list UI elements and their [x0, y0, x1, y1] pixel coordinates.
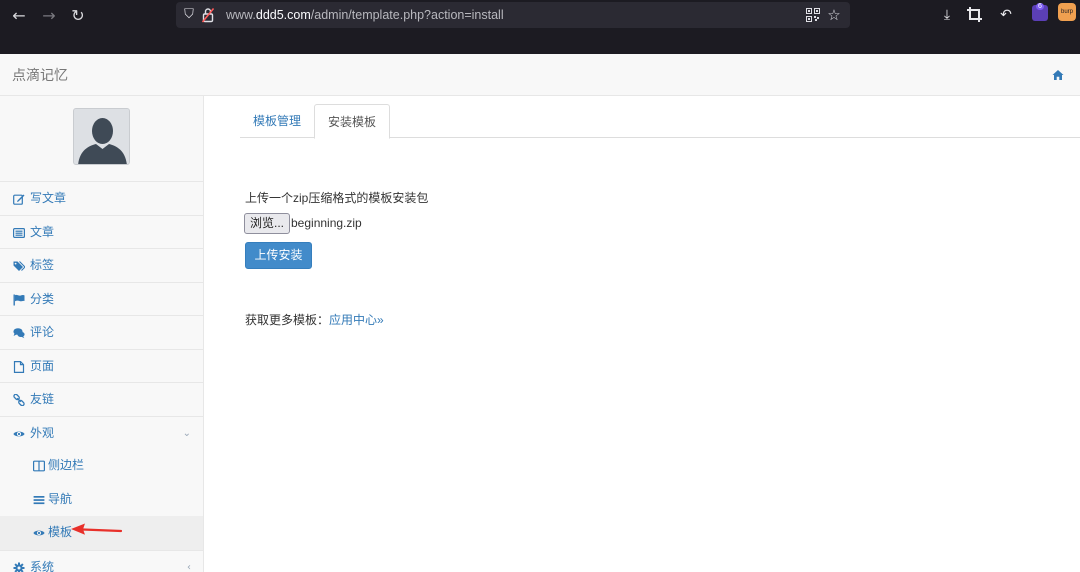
- chevron-left-icon[interactable]: ‹: [187, 551, 191, 572]
- sidebar-item-label: 外观: [30, 425, 55, 440]
- extension-badge-icon[interactable]: 6: [1032, 3, 1048, 21]
- qr-code-icon[interactable]: [806, 8, 820, 22]
- sidebar-item-pages[interactable]: 页面: [0, 348, 203, 383]
- url-text[interactable]: www.ddd5.com/admin/template.php?action=i…: [226, 2, 504, 28]
- sidebar: 写文章 文章 标签 分类 评论 页面 友链 外观 ⌄ 侧边栏 导航 模板 系统 …: [0, 96, 204, 572]
- sidebar-item-label: 侧边栏: [48, 458, 85, 472]
- tab-template-management[interactable]: 模板管理: [240, 104, 314, 138]
- file-icon: [13, 360, 25, 373]
- tags-icon: [13, 261, 25, 271]
- sidebar-item-label: 文章: [30, 224, 55, 239]
- chevron-down-icon[interactable]: ⌄: [183, 417, 191, 450]
- list-icon: [13, 227, 25, 238]
- sidebar-item-articles[interactable]: 文章: [0, 214, 203, 249]
- sidebar-item-links[interactable]: 友链: [0, 382, 203, 416]
- reload-icon[interactable]: ↻: [67, 5, 89, 27]
- sidebar-item-comments[interactable]: 评论: [0, 315, 203, 349]
- sidebar-subitem-navigation[interactable]: 导航: [0, 483, 203, 517]
- columns-icon: [33, 460, 45, 472]
- sidebar-item-tags[interactable]: 标签: [0, 248, 203, 282]
- app-header: 点滴记忆: [0, 54, 1080, 96]
- template-tabs: 模板管理 安装模板: [240, 104, 1080, 139]
- insecure-lock-icon[interactable]: [202, 7, 214, 23]
- sidebar-item-label: 写文章: [30, 191, 67, 205]
- sidebar-item-label: 导航: [48, 491, 73, 506]
- app-center-link[interactable]: 应用中心»: [329, 313, 384, 327]
- selected-file-name: beginning.zip: [291, 216, 362, 230]
- forward-arrow-icon[interactable]: →: [38, 5, 60, 27]
- sidebar-item-label: 系统: [30, 559, 55, 572]
- gear-icon: [13, 562, 25, 572]
- sidebar-subitem-sidebar[interactable]: 侧边栏: [0, 449, 203, 483]
- sidebar-item-label: 友链: [30, 392, 55, 406]
- back-arrow-icon[interactable]: ←: [8, 5, 30, 27]
- crop-screenshot-icon[interactable]: [966, 6, 984, 24]
- sidebar-item-label: 页面: [30, 358, 55, 373]
- browser-chrome: ← → ↻ ⛉ www.ddd5.com/admin/template.php?…: [0, 0, 1080, 54]
- eye-icon: [33, 530, 45, 536]
- brand-title[interactable]: 点滴记忆: [12, 54, 68, 96]
- user-silhouette-icon: [74, 109, 129, 164]
- burp-extension-icon[interactable]: burp: [1058, 3, 1076, 21]
- tracking-shield-icon[interactable]: ⛉: [182, 6, 196, 24]
- sidebar-item-appearance[interactable]: 外观 ⌄: [0, 415, 203, 450]
- more-templates-label: 获取更多模板：: [245, 313, 330, 327]
- sidebar-menu: 写文章 文章 标签 分类 评论 页面 友链 外观 ⌄ 侧边栏 导航 模板 系统 …: [0, 181, 203, 572]
- sidebar-item-label: 模板: [48, 525, 73, 539]
- tab-install-template[interactable]: 安装模板: [314, 104, 391, 139]
- download-icon[interactable]: ⤓: [936, 4, 958, 26]
- sidebar-item-system[interactable]: 系统 ‹: [0, 549, 203, 572]
- more-templates-line: 获取更多模板：应用中心»: [245, 311, 384, 328]
- sidebar-item-label: 标签: [30, 258, 55, 272]
- comments-icon: [13, 328, 25, 339]
- upload-install-button[interactable]: 上传安装: [245, 242, 312, 269]
- browse-file-button[interactable]: 浏览...: [244, 213, 291, 234]
- sidebar-item-label: 评论: [30, 325, 55, 339]
- edit-icon: [13, 194, 25, 205]
- main-content: 模板管理 安装模板 上传一个zip压缩格式的模板安装包 浏览... beginn…: [204, 96, 1080, 572]
- flag-icon: [13, 294, 25, 305]
- sidebar-item-label: 分类: [30, 291, 55, 306]
- home-icon[interactable]: [1052, 69, 1064, 81]
- link-icon: [13, 394, 25, 406]
- bars-icon: [33, 495, 45, 504]
- sidebar-item-write-post[interactable]: 写文章: [0, 181, 203, 215]
- avatar: [73, 108, 130, 165]
- undo-icon[interactable]: ↶: [995, 4, 1017, 26]
- eye-icon: [13, 431, 25, 436]
- annotation-arrow-icon: [71, 523, 122, 535]
- sidebar-item-categories[interactable]: 分类: [0, 281, 203, 316]
- upload-label: 上传一个zip压缩格式的模板安装包: [245, 191, 429, 205]
- url-bar[interactable]: ⛉ www.ddd5.com/admin/template.php?action…: [176, 2, 850, 28]
- bookmark-star-icon[interactable]: ☆: [824, 4, 844, 26]
